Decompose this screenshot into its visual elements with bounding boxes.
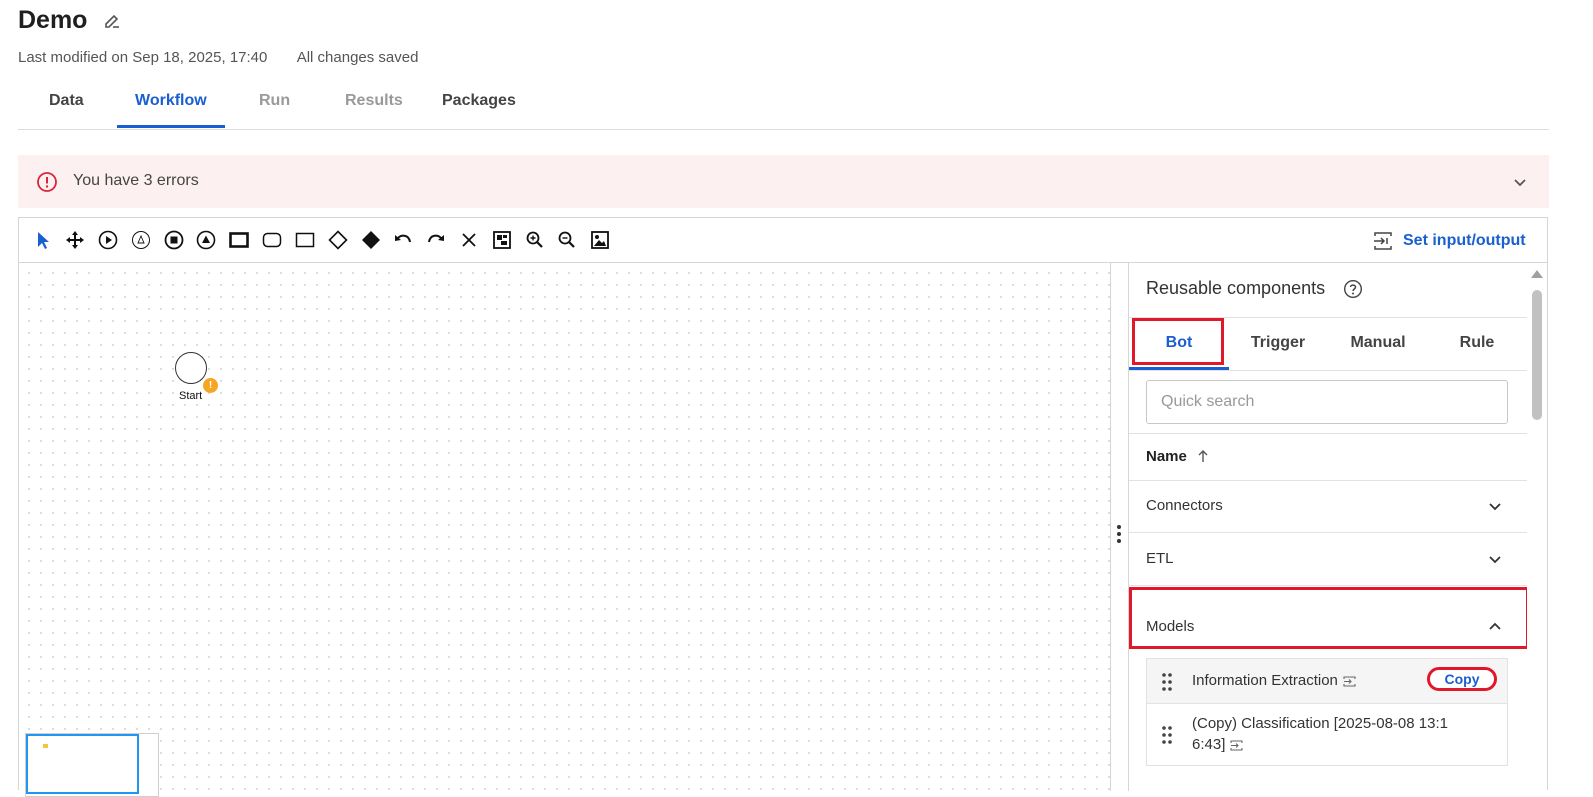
page-title: Demo xyxy=(18,6,88,34)
end-event-icon[interactable] xyxy=(163,229,185,251)
subprocess-icon[interactable] xyxy=(261,229,283,251)
drag-handle-icon xyxy=(1117,525,1121,546)
edit-pencil-icon[interactable] xyxy=(103,12,121,30)
chevron-down-icon[interactable] xyxy=(1487,498,1503,514)
scrollbar-thumb[interactable] xyxy=(1532,290,1542,420)
rectangle-icon[interactable] xyxy=(294,229,316,251)
image-export-icon[interactable] xyxy=(589,229,611,251)
section-connectors-label: Connectors xyxy=(1146,497,1223,514)
minimap-node-marker xyxy=(43,744,48,748)
tab-manual[interactable]: Manual xyxy=(1328,334,1428,352)
minimap-viewport[interactable] xyxy=(26,734,139,794)
error-alert-icon xyxy=(37,172,57,192)
sort-ascending-icon[interactable] xyxy=(1196,448,1210,464)
quick-search-input[interactable] xyxy=(1146,380,1508,424)
tab-run: Run xyxy=(259,92,291,109)
section-models-label: Models xyxy=(1146,618,1195,635)
tab-workflow[interactable]: Workflow xyxy=(135,92,207,110)
escalation-event-icon[interactable] xyxy=(195,229,217,251)
zoom-out-icon[interactable] xyxy=(556,229,578,251)
filled-gateway-icon[interactable] xyxy=(360,229,382,251)
start-node[interactable] xyxy=(175,352,207,384)
chevron-down-icon[interactable] xyxy=(1512,174,1528,190)
input-output-icon xyxy=(1374,232,1392,250)
input-output-icon xyxy=(1343,675,1356,687)
panel-scrollbar[interactable] xyxy=(1527,263,1547,791)
reusable-components-panel: Reusable components Bot Trigger Manual R… xyxy=(1129,263,1529,791)
error-banner-text: You have 3 errors xyxy=(73,172,199,189)
scroll-up-arrow-icon[interactable] xyxy=(1531,270,1543,278)
chevron-up-icon[interactable] xyxy=(1487,618,1503,634)
list-item[interactable]: Information Extraction Copy xyxy=(1146,658,1508,704)
task-icon[interactable] xyxy=(228,229,250,251)
redo-icon[interactable] xyxy=(425,229,447,251)
gateway-icon[interactable] xyxy=(327,229,349,251)
intermediate-event-icon[interactable] xyxy=(130,229,152,251)
delete-icon[interactable] xyxy=(458,229,480,251)
list-item-label: Information Extraction xyxy=(1192,670,1356,691)
zoom-in-icon[interactable] xyxy=(524,229,546,251)
tab-bot[interactable]: Bot xyxy=(1129,334,1229,352)
section-connectors[interactable]: Connectors xyxy=(1129,480,1527,533)
list-item[interactable]: (Copy) Classification [2025-08-08 13:1 6:… xyxy=(1146,703,1508,766)
project-meta: Last modified on Sep 18, 2025, 17:40 All… xyxy=(18,49,444,66)
select-pointer-icon[interactable] xyxy=(32,229,54,251)
drag-handle-icon[interactable] xyxy=(1162,726,1172,744)
help-icon[interactable] xyxy=(1343,279,1363,299)
tab-data[interactable]: Data xyxy=(49,92,84,110)
tab-rule[interactable]: Rule xyxy=(1427,334,1527,352)
tab-trigger[interactable]: Trigger xyxy=(1228,334,1328,352)
fit-view-icon[interactable] xyxy=(491,229,513,251)
name-column-label: Name xyxy=(1146,448,1187,465)
chevron-down-icon[interactable] xyxy=(1487,551,1503,567)
start-event-icon[interactable] xyxy=(97,229,119,251)
save-status-text: All changes saved xyxy=(296,49,419,66)
workflow-editor: Set input/output ! Start Reusable compon… xyxy=(18,217,1548,797)
active-tab-indicator xyxy=(1129,367,1229,370)
main-tabs: Data Workflow Run Results Packages xyxy=(18,84,1549,130)
section-etl-label: ETL xyxy=(1146,550,1174,567)
minimap[interactable] xyxy=(25,733,159,797)
active-tab-indicator xyxy=(117,125,225,128)
list-item-label: (Copy) Classification [2025-08-08 13:1 6:… xyxy=(1192,715,1448,753)
start-node-label: Start xyxy=(179,390,203,402)
section-etl[interactable]: ETL xyxy=(1129,533,1527,586)
error-banner[interactable]: You have 3 errors xyxy=(18,155,1549,208)
component-type-tabs: Bot Trigger Manual Rule xyxy=(1129,317,1527,371)
set-input-output-label: Set input/output xyxy=(1403,232,1526,249)
editor-toolbar: Set input/output xyxy=(19,218,1547,263)
move-icon[interactable] xyxy=(64,229,86,251)
copy-button[interactable]: Copy xyxy=(1427,667,1497,691)
panel-title: Reusable components xyxy=(1146,278,1326,298)
tab-results: Results xyxy=(345,92,403,109)
tab-packages[interactable]: Packages xyxy=(442,92,516,110)
workflow-canvas[interactable]: ! Start xyxy=(19,263,1110,797)
name-column-header[interactable]: Name xyxy=(1129,433,1527,481)
input-output-icon xyxy=(1230,739,1243,751)
warning-badge-icon[interactable]: ! xyxy=(203,378,218,393)
last-modified-text: Last modified on Sep 18, 2025, 17:40 xyxy=(18,49,268,66)
panel-resize-handle[interactable] xyxy=(1110,263,1129,791)
section-models[interactable]: Models xyxy=(1129,587,1529,649)
drag-handle-icon[interactable] xyxy=(1162,673,1172,691)
undo-icon[interactable] xyxy=(392,229,414,251)
